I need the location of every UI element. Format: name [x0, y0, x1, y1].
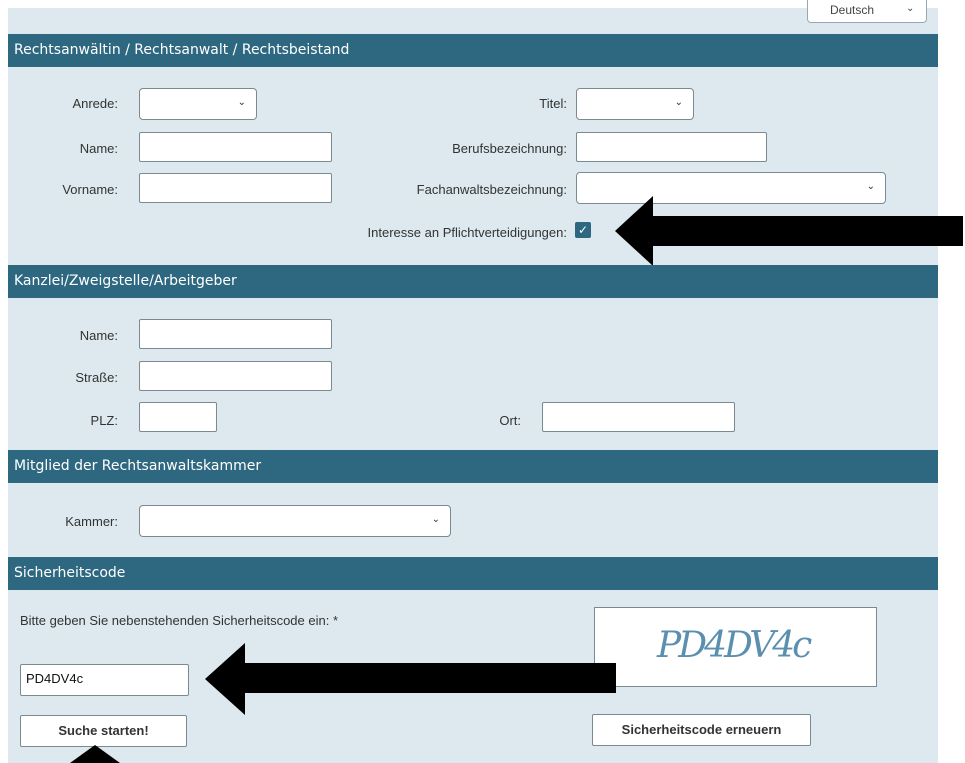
- section-header-security: Sicherheitscode: [8, 557, 938, 590]
- kammer-select[interactable]: ⌄: [139, 505, 451, 537]
- arrow-up-icon: [70, 745, 120, 763]
- lawyer-name-label: Name:: [79, 141, 118, 156]
- office-name-label: Name:: [79, 328, 118, 343]
- vorname-label: Vorname:: [62, 182, 118, 197]
- security-prompt: Bitte geben Sie nebenstehenden Sicherhei…: [20, 613, 339, 628]
- pflichtverteidigung-checkbox[interactable]: ✓: [575, 222, 591, 238]
- renew-captcha-button[interactable]: Sicherheitscode erneuern: [592, 714, 811, 746]
- titel-label: Titel:: [539, 96, 567, 111]
- language-select[interactable]: Deutsch ⌄: [807, 0, 927, 23]
- section-header-lawyer: Rechtsanwältin / Rechtsanwalt / Rechtsbe…: [8, 34, 938, 67]
- plz-label: PLZ:: [90, 413, 118, 428]
- section-header-office: Kanzlei/Zweigstelle/Arbeitgeber: [8, 265, 938, 298]
- titel-select[interactable]: ⌄: [576, 88, 694, 120]
- lawyer-name-input[interactable]: [139, 132, 332, 162]
- fachanwalt-label: Fachanwaltsbezeichnung:: [416, 182, 567, 197]
- captcha-text: PD4DV4c: [657, 625, 812, 666]
- checkmark-icon: ✓: [577, 223, 589, 237]
- berufsbezeichnung-label: Berufsbezeichnung:: [452, 141, 567, 156]
- berufsbezeichnung-input[interactable]: [576, 132, 767, 162]
- arrow-left-icon: [615, 196, 963, 266]
- anrede-label: Anrede:: [72, 96, 118, 111]
- captcha-image: PD4DV4c: [594, 607, 877, 687]
- chevron-down-icon: ⌄: [674, 97, 683, 108]
- chevron-down-icon: ⌄: [866, 181, 875, 192]
- kammer-label: Kammer:: [65, 514, 118, 529]
- office-name-input[interactable]: [139, 319, 332, 349]
- ort-label: Ort:: [499, 413, 521, 428]
- language-select-value: Deutsch: [830, 3, 875, 17]
- search-start-button[interactable]: Suche starten!: [20, 715, 187, 747]
- plz-input[interactable]: [139, 402, 217, 432]
- anrede-select[interactable]: ⌄: [139, 88, 257, 120]
- vorname-input[interactable]: [139, 173, 332, 203]
- strasse-label: Straße:: [75, 370, 118, 385]
- section-header-chamber: Mitglied der Rechtsanwaltskammer: [8, 450, 938, 483]
- chevron-down-icon: ⌄: [431, 514, 440, 525]
- chevron-down-icon: ⌄: [237, 97, 246, 108]
- strasse-input[interactable]: [139, 361, 332, 391]
- chevron-down-icon: ⌄: [906, 3, 915, 14]
- ort-input[interactable]: [542, 402, 735, 432]
- security-code-input[interactable]: PD4DV4c: [20, 664, 189, 696]
- pflichtverteidigung-label: Interesse an Pflichtverteidigungen:: [367, 225, 567, 240]
- arrow-left-icon: [205, 643, 616, 715]
